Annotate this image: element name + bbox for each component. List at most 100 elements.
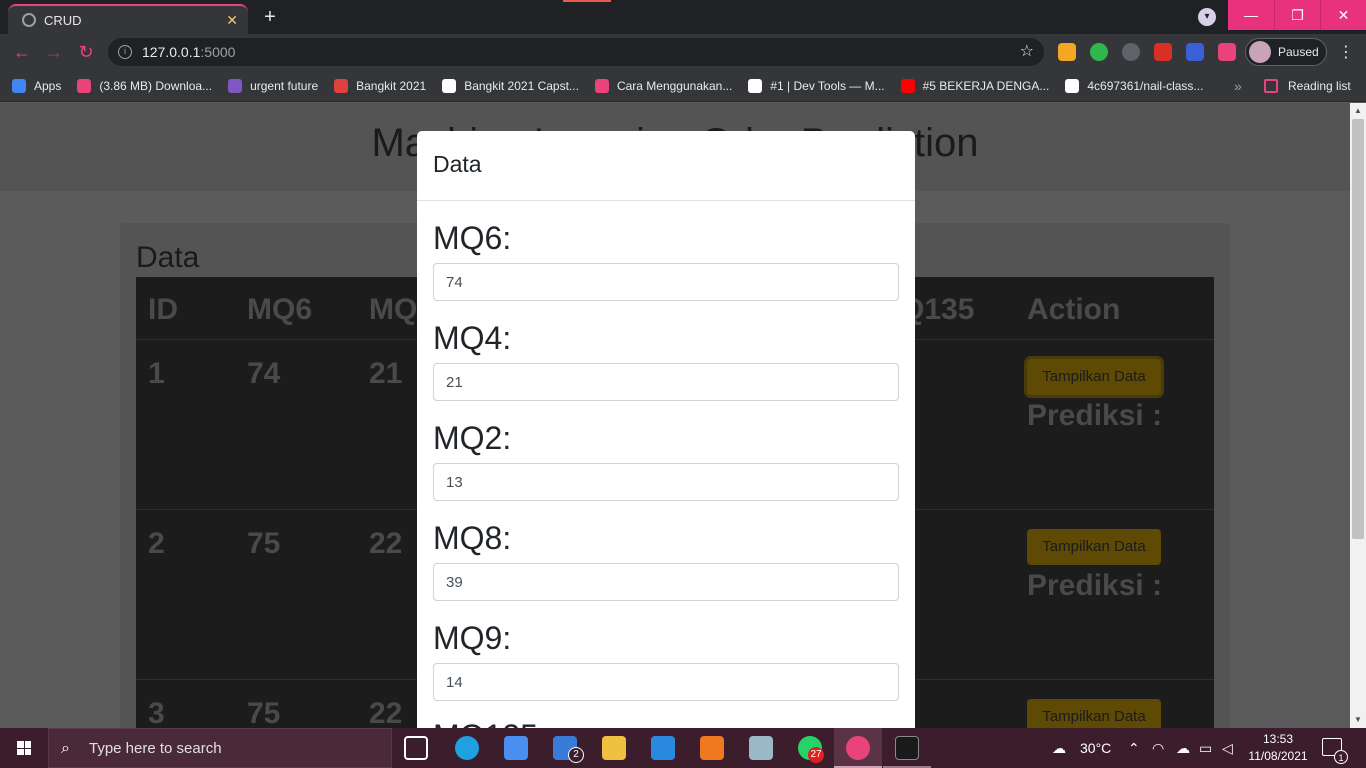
edge-icon[interactable] — [455, 736, 479, 760]
search-icon: ⌕ — [61, 740, 70, 757]
taskbar-search-placeholder: Type here to search — [89, 740, 222, 757]
site-info-icon[interactable]: i — [118, 45, 132, 59]
page-scrollbar[interactable]: ▲ ▼ — [1350, 103, 1366, 728]
th-action: Action — [1027, 293, 1121, 326]
bookmark-item[interactable]: Bangkit 2021 Capst... — [442, 78, 579, 93]
bookmark-item[interactable]: #1 | Dev Tools — M... — [748, 78, 885, 93]
bookmark-label: Cara Menggunakan... — [616, 78, 733, 93]
back-arrow-icon[interactable]: ← — [12, 42, 32, 62]
bookmark-label: Bangkit 2021 — [356, 78, 427, 93]
tray-chevron-up-icon[interactable]: ⌃ — [1128, 728, 1140, 768]
mq9-label: MQ9: — [433, 620, 512, 656]
bookmark-item[interactable]: (3.86 MB) Downloa... — [77, 78, 213, 93]
address-bar[interactable]: i 127.0.0.1:5000 ☆ — [108, 38, 1044, 66]
reload-icon[interactable]: ↻ — [76, 42, 96, 62]
browser-toolbar: ← → ↻ i 127.0.0.1:5000 ☆ Paused ⋮ — [0, 34, 1366, 70]
battery-icon[interactable]: ▭ — [1199, 728, 1212, 768]
bookmark-item[interactable]: Apps — [12, 78, 62, 93]
close-tab-icon[interactable]: ✕ — [226, 12, 238, 29]
clock-time: 13:53 — [1262, 732, 1294, 746]
modal-title: Data — [433, 151, 482, 177]
bookmark-item[interactable]: #5 BEKERJA DENGA... — [900, 78, 1050, 93]
profile-status: Paused — [1278, 45, 1319, 59]
bookmark-item[interactable]: urgent future — [228, 78, 319, 93]
show-data-button[interactable]: Tampilkan Data — [1027, 699, 1161, 728]
taskbar-search[interactable]: ⌕ Type here to search — [48, 728, 392, 768]
cell-mq4: 21 — [369, 357, 403, 390]
mq9-input[interactable] — [433, 663, 899, 701]
bookmark-label: (3.86 MB) Downloa... — [99, 78, 213, 93]
extension-screen-icon[interactable] — [1186, 43, 1204, 61]
store-icon[interactable] — [504, 736, 528, 760]
xampp-icon[interactable] — [700, 736, 724, 760]
mq8-label: MQ8: — [433, 520, 512, 556]
extension-bulb-icon[interactable] — [1122, 43, 1140, 61]
bookmark-item[interactable]: Cara Menggunakan... — [594, 78, 733, 93]
mq4-input[interactable] — [433, 363, 899, 401]
bookmark-label: urgent future — [250, 78, 319, 93]
volume-icon[interactable]: ◁ — [1222, 728, 1233, 768]
close-window-button[interactable]: ✕ — [1320, 0, 1366, 30]
profile-button[interactable]: Paused — [1245, 38, 1327, 66]
clock-date: 11/08/2021 — [1248, 749, 1308, 763]
show-data-button[interactable]: Tampilkan Data — [1027, 529, 1161, 565]
reading-list-button[interactable]: Reading list — [1264, 70, 1351, 102]
bookmark-label: #5 BEKERJA DENGA... — [922, 78, 1050, 93]
new-tab-button[interactable]: + — [258, 6, 282, 29]
bookmark-favicon-icon — [228, 78, 243, 93]
bookmark-favicon-icon — [1065, 78, 1080, 93]
start-button[interactable] — [0, 728, 48, 768]
avatar — [1249, 41, 1271, 63]
forward-arrow-icon[interactable]: → — [44, 42, 64, 62]
task-view-icon[interactable] — [404, 736, 428, 760]
weather-temp[interactable]: 30°C — [1080, 728, 1111, 768]
extensions-puzzle-icon[interactable] — [1218, 43, 1236, 61]
extension-shield-icon[interactable] — [1090, 43, 1108, 61]
bookmark-label: Apps — [34, 78, 62, 93]
whatsapp-badge: 27 — [808, 747, 824, 763]
vscode-icon[interactable] — [651, 736, 675, 760]
notepad-icon[interactable] — [749, 736, 773, 760]
address-port: :5000 — [200, 44, 236, 60]
th-mq6: MQ6 — [247, 293, 313, 326]
chrome-icon[interactable] — [846, 736, 870, 760]
mq2-input[interactable] — [433, 463, 899, 501]
cell-mq6: 75 — [247, 697, 281, 728]
bookmark-item[interactable]: 4c697361/nail-class... — [1065, 78, 1203, 93]
minimize-button[interactable]: — — [1228, 0, 1274, 30]
apps-grid-icon — [12, 78, 26, 93]
bookmarks-overflow-icon[interactable]: » — [1234, 78, 1242, 94]
cell-id: 1 — [148, 357, 165, 390]
restore-button[interactable]: ❐ — [1274, 0, 1320, 30]
reading-list-label: Reading list — [1288, 79, 1351, 93]
tab-crud[interactable]: CRUD ✕ — [8, 4, 248, 34]
extension-pen-icon[interactable] — [1154, 43, 1172, 61]
scrollbar-thumb[interactable] — [1352, 119, 1364, 539]
cell-mq6: 75 — [247, 527, 281, 560]
taskbar-clock[interactable]: 13:53 11/08/2021 — [1248, 731, 1308, 765]
file-explorer-icon[interactable] — [602, 736, 626, 760]
prediction-label: Prediksi : — [1027, 399, 1163, 432]
bookmark-star-icon[interactable]: ☆ — [1020, 38, 1034, 66]
reading-list-icon — [1264, 79, 1278, 93]
mail-badge: 2 — [568, 747, 584, 763]
scroll-up-arrow-icon[interactable]: ▲ — [1350, 103, 1366, 119]
mq8-input[interactable] — [433, 563, 899, 601]
modal-header: Data — [417, 131, 915, 201]
windows-taskbar: ⌕ Type here to search 2 27 ☁ 30°C ⌃ ◠ ☁ … — [0, 728, 1366, 768]
bookmark-favicon-icon — [77, 78, 92, 93]
mq6-input[interactable] — [433, 263, 899, 301]
show-data-button[interactable]: Tampilkan Data — [1027, 359, 1161, 395]
tab-search-icon[interactable]: ▾ — [1198, 8, 1216, 26]
bookmark-item[interactable]: Bangkit 2021 — [334, 78, 427, 93]
extension-shopping-icon[interactable] — [1058, 43, 1076, 61]
scroll-down-arrow-icon[interactable]: ▼ — [1350, 712, 1366, 728]
terminal-icon[interactable] — [895, 736, 919, 760]
onedrive-icon[interactable]: ☁ — [1176, 728, 1190, 768]
bookmark-favicon-icon — [442, 78, 457, 93]
weather-icon[interactable]: ☁ — [1052, 728, 1066, 768]
wifi-icon[interactable]: ◠ — [1152, 728, 1164, 768]
mq2-label: MQ2: — [433, 420, 512, 456]
bookmark-favicon-icon — [748, 78, 763, 93]
menu-kebab-icon[interactable]: ⋮ — [1338, 42, 1354, 62]
